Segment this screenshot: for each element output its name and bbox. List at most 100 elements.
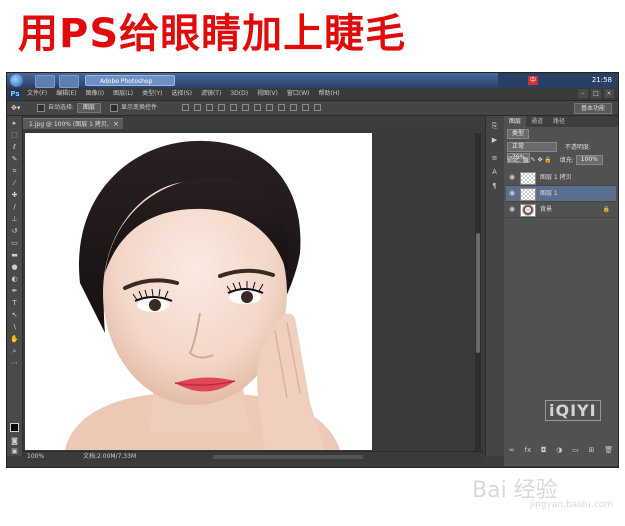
dodge-tool-icon[interactable]: ◐ xyxy=(10,276,19,283)
lock-fill-row: 锁定: ▦ ✎ ✥ 🔒 填充: 100% xyxy=(507,155,615,165)
layer-name: 图层 1 拷贝 xyxy=(540,174,572,181)
adjustment-layer-icon[interactable]: ◑ xyxy=(556,446,562,454)
menu-layer[interactable]: 图层(L) xyxy=(113,88,133,100)
zoom-level[interactable]: 100% xyxy=(27,452,44,462)
minimize-icon[interactable]: – xyxy=(578,89,588,98)
history-panel-icon[interactable]: ⎘ xyxy=(490,122,499,130)
eyedropper-tool-icon[interactable]: ⁄ xyxy=(10,180,19,187)
paragraph-panel-icon[interactable]: ¶ xyxy=(490,182,499,190)
lock-label: 锁定: xyxy=(507,156,522,164)
taskbar-media-icon[interactable] xyxy=(59,75,79,88)
layer-thumbnail xyxy=(520,172,536,185)
portrait-photo[interactable] xyxy=(25,133,372,450)
clone-stamp-tool-icon[interactable]: ⊥ xyxy=(10,216,19,223)
path-selection-tool-icon[interactable]: ↖ xyxy=(10,312,19,319)
layer-item[interactable]: ◉ 图层 1 拷贝 xyxy=(506,170,616,186)
menu-image[interactable]: 图像(I) xyxy=(86,88,104,100)
input-language-indicator[interactable]: 中 xyxy=(528,76,538,85)
extra-tool-icon[interactable]: ⋯ xyxy=(10,360,19,367)
tab-channels[interactable]: 通道 xyxy=(526,116,548,127)
start-button[interactable] xyxy=(10,74,23,87)
distribute-vcenter-icon[interactable] xyxy=(266,104,273,111)
new-group-icon[interactable]: ▭ xyxy=(572,446,579,454)
document-tab[interactable]: 1.jpg @ 100% (图层 1 拷贝, RGB/8) × xyxy=(23,118,123,139)
maximize-icon[interactable]: □ xyxy=(591,89,601,98)
add-mask-icon[interactable]: ◘ xyxy=(541,446,547,454)
menu-window[interactable]: 窗口(W) xyxy=(287,88,310,100)
horizontal-scrollbar[interactable] xyxy=(213,455,363,459)
eye-icon[interactable]: ◉ xyxy=(509,170,515,185)
layer-style-icon[interactable]: fx xyxy=(525,446,532,454)
auto-select-dropdown[interactable]: 图层 xyxy=(77,103,102,113)
align-right-icon[interactable] xyxy=(242,104,249,111)
type-tool-icon[interactable]: T xyxy=(10,300,19,307)
move-tool-icon[interactable]: ▸ xyxy=(10,120,19,127)
taskbar-explorer-icon[interactable] xyxy=(35,75,55,88)
align-top-icon[interactable] xyxy=(182,104,189,111)
shape-tool-icon[interactable]: ∖ xyxy=(10,324,19,331)
eye-icon[interactable]: ◉ xyxy=(509,186,515,201)
distribute-top-icon[interactable] xyxy=(254,104,261,111)
auto-select-checkbox[interactable] xyxy=(37,104,45,112)
delete-layer-icon[interactable]: 🗑 xyxy=(604,446,613,454)
workspace-switcher[interactable]: 基本功能 xyxy=(573,103,612,114)
screen-mode-icon[interactable]: ▣ xyxy=(10,448,19,455)
menu-select[interactable]: 选择(S) xyxy=(171,88,192,100)
distribute-hcenter-icon[interactable] xyxy=(302,104,309,111)
distribute-bottom-icon[interactable] xyxy=(278,104,285,111)
document-size: 文档:2.00M/7.33M xyxy=(83,453,137,460)
menu-type[interactable]: 类型(Y) xyxy=(142,88,162,100)
menu-edit[interactable]: 编辑(E) xyxy=(56,88,76,100)
menu-filter[interactable]: 滤镜(T) xyxy=(201,88,221,100)
distribute-left-icon[interactable] xyxy=(290,104,297,111)
color-swatches[interactable] xyxy=(10,423,22,435)
gradient-tool-icon[interactable]: ▬ xyxy=(10,252,19,259)
taskbar-photoshop-button[interactable]: Adobe Photoshop xyxy=(85,75,175,86)
vertical-scrollbar[interactable] xyxy=(475,133,481,453)
eraser-tool-icon[interactable]: ▭ xyxy=(10,240,19,247)
new-layer-icon[interactable]: ⊞ xyxy=(589,446,595,454)
blur-tool-icon[interactable]: ● xyxy=(10,264,19,271)
layer-kind-filter[interactable]: 类型 xyxy=(507,129,530,139)
align-vcenter-icon[interactable] xyxy=(194,104,201,111)
eye-icon[interactable]: ◉ xyxy=(509,202,515,217)
menu-view[interactable]: 视图(V) xyxy=(257,88,278,100)
layer-item-selected[interactable]: ◉ 图层 1 xyxy=(506,186,616,202)
vertical-scroll-thumb[interactable] xyxy=(476,233,480,353)
blend-mode-dropdown[interactable]: 正常 xyxy=(507,142,557,152)
distribute-right-icon[interactable] xyxy=(314,104,321,111)
close-icon[interactable]: × xyxy=(604,89,614,98)
brush-tool-icon[interactable]: ∕ xyxy=(10,204,19,211)
tab-layers[interactable]: 图层 xyxy=(504,116,527,127)
foreground-color-swatch[interactable] xyxy=(10,423,19,432)
properties-panel-icon[interactable]: ≡ xyxy=(490,154,499,162)
hand-tool-icon[interactable]: ✋ xyxy=(10,336,19,343)
healing-brush-tool-icon[interactable]: ✚ xyxy=(10,192,19,199)
align-hcenter-icon[interactable] xyxy=(230,104,237,111)
tab-paths[interactable]: 路径 xyxy=(548,116,570,127)
canvas-area[interactable] xyxy=(23,129,484,454)
quick-select-tool-icon[interactable]: ✎ xyxy=(10,156,19,163)
align-bottom-icon[interactable] xyxy=(206,104,213,111)
move-tool-icon[interactable]: ✥▾ xyxy=(11,104,20,112)
blend-opacity-row: 正常 不透明度: 70% xyxy=(507,142,615,163)
pen-tool-icon[interactable]: ✒ xyxy=(10,288,19,295)
menu-3d[interactable]: 3D(D) xyxy=(230,88,248,100)
lock-icons[interactable]: ▦ ✎ ✥ 🔒 xyxy=(523,157,552,164)
character-panel-icon[interactable]: A xyxy=(490,168,499,176)
fill-input[interactable]: 100% xyxy=(575,155,603,165)
marquee-tool-icon[interactable]: ⬚ xyxy=(10,132,19,139)
crop-tool-icon[interactable]: ⌗ xyxy=(10,168,19,175)
link-layers-icon[interactable]: ∞ xyxy=(509,446,515,454)
layer-item[interactable]: ◉ 背景 🔒 xyxy=(506,202,616,218)
menu-help[interactable]: 帮助(H) xyxy=(319,88,340,100)
layer-thumbnail xyxy=(520,204,536,217)
show-transform-checkbox[interactable] xyxy=(110,104,119,112)
align-left-icon[interactable] xyxy=(218,104,225,111)
history-brush-tool-icon[interactable]: ↺ xyxy=(10,228,19,235)
menu-file[interactable]: 文件(F) xyxy=(27,88,47,100)
lasso-tool-icon[interactable]: ℓ xyxy=(10,144,19,151)
quick-mask-icon[interactable]: ◙ xyxy=(10,438,19,445)
actions-panel-icon[interactable]: ▶ xyxy=(490,136,499,144)
zoom-tool-icon[interactable]: ⌕ xyxy=(10,348,19,355)
